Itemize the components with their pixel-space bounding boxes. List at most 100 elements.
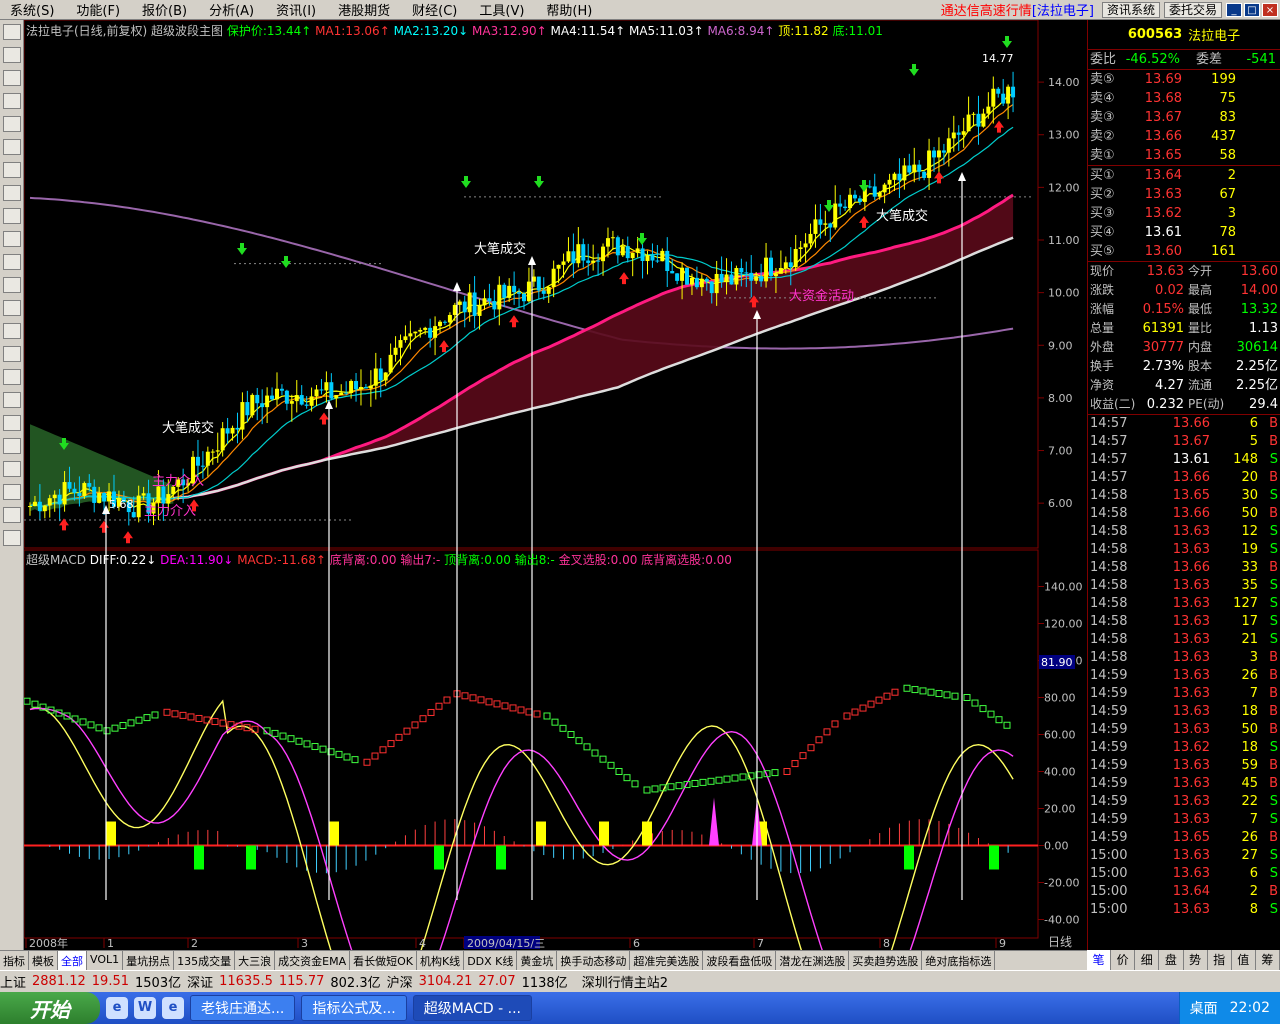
- sell-row[interactable]: 卖④ 13.68 75: [1088, 89, 1280, 108]
- right-tab[interactable]: 价: [1111, 950, 1136, 970]
- candle-body: [704, 278, 709, 282]
- indicator-tab[interactable]: 成交资金EMA: [275, 951, 351, 970]
- sell-row[interactable]: 卖③ 13.67 83: [1088, 108, 1280, 127]
- indicator-tab[interactable]: DDX K线: [464, 951, 518, 970]
- sell-row[interactable]: 卖② 13.66 437: [1088, 127, 1280, 146]
- indicator-tab[interactable]: 大三浪: [235, 951, 276, 970]
- word-icon[interactable]: W: [134, 997, 156, 1019]
- maximize-icon[interactable]: □: [1244, 2, 1260, 17]
- start-button[interactable]: 开始: [0, 992, 100, 1024]
- ie-icon[interactable]: e: [106, 997, 128, 1019]
- indicator-tab[interactable]: 买卖趋势选股: [849, 951, 923, 970]
- buy-price: 13.60: [1144, 244, 1182, 259]
- indicator-tab[interactable]: 看长做短OK: [350, 951, 417, 970]
- tool-icon[interactable]: [3, 208, 21, 224]
- tool-icon[interactable]: [3, 415, 21, 431]
- menu-item-analysis[interactable]: 分析(A): [199, 0, 266, 19]
- indicator-tab[interactable]: 135成交量: [174, 951, 236, 970]
- tool-icon[interactable]: [3, 484, 21, 500]
- tool-icon[interactable]: [3, 162, 21, 178]
- tool-icon[interactable]: [3, 70, 21, 86]
- tool-icon[interactable]: [3, 277, 21, 293]
- buy-row[interactable]: 买① 13.64 2: [1088, 166, 1280, 185]
- indicator-tab[interactable]: 机构K线: [417, 951, 465, 970]
- tool-icon[interactable]: [3, 323, 21, 339]
- tool-icon[interactable]: [3, 300, 21, 316]
- tool-icon[interactable]: [3, 139, 21, 155]
- ie-icon[interactable]: e: [162, 997, 184, 1019]
- tool-icon[interactable]: [3, 461, 21, 477]
- buy-row[interactable]: 买② 13.63 67: [1088, 185, 1280, 204]
- right-tab[interactable]: 盘: [1159, 950, 1184, 970]
- tick-volume: 5: [1249, 434, 1258, 449]
- tool-icon[interactable]: [3, 507, 21, 523]
- tool-icon[interactable]: [3, 116, 21, 132]
- tick-volume: 50: [1241, 722, 1258, 737]
- menu-item-quote[interactable]: 报价(B): [132, 0, 199, 19]
- tool-icon[interactable]: [3, 254, 21, 270]
- menu-item-info[interactable]: 资讯(I): [266, 0, 328, 19]
- info-system-button[interactable]: 资讯系统: [1101, 1, 1160, 18]
- menu-item-function[interactable]: 功能(F): [66, 0, 132, 19]
- sell-price: 13.67: [1144, 110, 1182, 125]
- close-icon[interactable]: ×: [1262, 2, 1278, 17]
- menu-item-system[interactable]: 系统(S): [0, 0, 66, 19]
- tick-side: B: [1269, 434, 1278, 449]
- high-price-label: 14.77: [982, 52, 1014, 65]
- tool-icon[interactable]: [3, 93, 21, 109]
- tool-icon[interactable]: [3, 185, 21, 201]
- minimize-icon[interactable]: _: [1226, 2, 1242, 17]
- chart-area[interactable]: 14.00 13.00 12.00 11.00 10.00 9.00 8.00 7.00 6.0…: [23, 19, 1086, 1024]
- taskbar-window-1[interactable]: 老钱庄通达...: [190, 995, 296, 1021]
- right-tab[interactable]: 势: [1184, 950, 1208, 970]
- buy-row[interactable]: 买⑤ 13.60 161: [1088, 242, 1280, 261]
- tool-icon[interactable]: [3, 231, 21, 247]
- tick-list[interactable]: 14:57 13.66 6 B 14:57 13.67 5 B 14:57 13.61 148 S 14…: [1088, 415, 1280, 919]
- buy-row[interactable]: 买④ 13.61 78: [1088, 223, 1280, 242]
- tick-price: 13.63: [1172, 758, 1210, 773]
- indicator-tab[interactable]: 波段看盘低吸: [703, 951, 777, 970]
- tool-icon[interactable]: [3, 24, 21, 40]
- indicator-tab[interactable]: 换手动态移动: [557, 951, 631, 970]
- status-item: 沪深: [386, 976, 413, 991]
- right-tab[interactable]: 筹: [1256, 950, 1280, 970]
- trade-button[interactable]: 委托交易: [1163, 1, 1222, 18]
- tick-row: 14:59 13.63 18 B: [1088, 703, 1280, 721]
- status-item: 深证: [187, 976, 214, 991]
- indicator-tab[interactable]: VOL1: [87, 951, 124, 970]
- menu-item-hk-futures[interactable]: 港股期货: [328, 0, 402, 19]
- server-label[interactable]: 深圳行情主站2: [582, 972, 668, 991]
- taskbar-window-2[interactable]: 指标公式及...: [301, 995, 407, 1021]
- indicator-tab[interactable]: 绝对底指标选: [922, 951, 996, 970]
- taskbar-window-3[interactable]: 超级MACD - ...: [412, 995, 532, 1021]
- buy-row[interactable]: 买③ 13.62 3: [1088, 204, 1280, 223]
- tool-icon[interactable]: [3, 392, 21, 408]
- tick-row: 14:59 13.63 7 S: [1088, 811, 1280, 829]
- indicator-tab[interactable]: 模板: [29, 951, 58, 970]
- right-tab[interactable]: 细: [1135, 950, 1160, 970]
- menu-item-tools[interactable]: 工具(V): [469, 0, 536, 19]
- indicator-tab[interactable]: 全部: [58, 951, 87, 970]
- tool-icon[interactable]: [3, 369, 21, 385]
- indicator-tab[interactable]: 量坑拐点: [123, 951, 175, 970]
- candle-body: [694, 277, 699, 288]
- tool-icon[interactable]: [3, 530, 21, 546]
- indicator-tab[interactable]: 指标: [0, 951, 29, 970]
- sell-row[interactable]: 卖① 13.65 58: [1088, 146, 1280, 165]
- tool-icon[interactable]: [3, 438, 21, 454]
- tool-icon[interactable]: [3, 346, 21, 362]
- menu-item-finance[interactable]: 财经(C): [402, 0, 469, 19]
- indicator-tab[interactable]: 潜龙在渊选股: [776, 951, 850, 970]
- right-tab[interactable]: 值: [1232, 950, 1256, 970]
- indicator-tab[interactable]: 超准完美选股: [630, 951, 704, 970]
- kline-chart[interactable]: 14.0013.0012.0011.0010.009.008.007.006.0…: [23, 19, 1086, 1024]
- right-tab[interactable]: 指: [1208, 950, 1232, 970]
- indicator-tab[interactable]: 黄金坑: [517, 951, 558, 970]
- buy-level-label: 买④: [1090, 225, 1115, 240]
- sell-row[interactable]: 卖⑤ 13.69 199: [1088, 70, 1280, 89]
- tool-icon[interactable]: [3, 47, 21, 63]
- candle-body: [645, 255, 650, 262]
- menu-item-help[interactable]: 帮助(H): [536, 0, 604, 19]
- right-tab[interactable]: 笔: [1087, 950, 1112, 970]
- desktop-label[interactable]: 桌面: [1190, 998, 1218, 1018]
